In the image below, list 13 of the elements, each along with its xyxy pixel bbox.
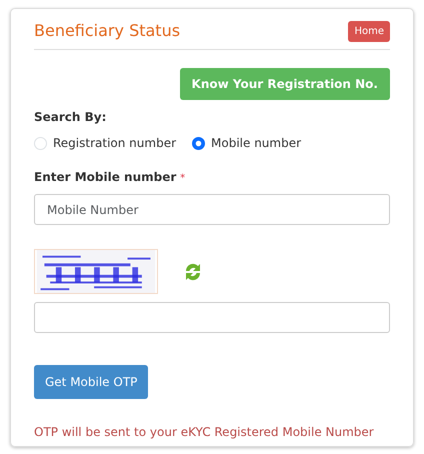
radio-button[interactable] — [192, 136, 206, 150]
captcha-field[interactable] — [34, 302, 390, 333]
field-label: Enter Mobile number — [34, 170, 176, 184]
radio-option[interactable]: Mobile number — [192, 134, 302, 152]
page-title: Beneficiary Status — [34, 20, 180, 42]
mobile-number-field[interactable]: Mobile Number — [34, 194, 390, 225]
info-text: OTP will be sent to your eKYC Registered Mobile Number — [34, 424, 375, 441]
registration-lookup-button[interactable]: Know Your Registration No. — [180, 68, 390, 100]
required-mark: * — [180, 173, 186, 184]
get-otp-button[interactable]: Get Mobile OTP — [34, 365, 148, 399]
search-by-label: Search By: — [34, 109, 108, 126]
radio-option[interactable]: Registration number — [34, 134, 176, 152]
home-button[interactable]: Home — [348, 20, 390, 42]
